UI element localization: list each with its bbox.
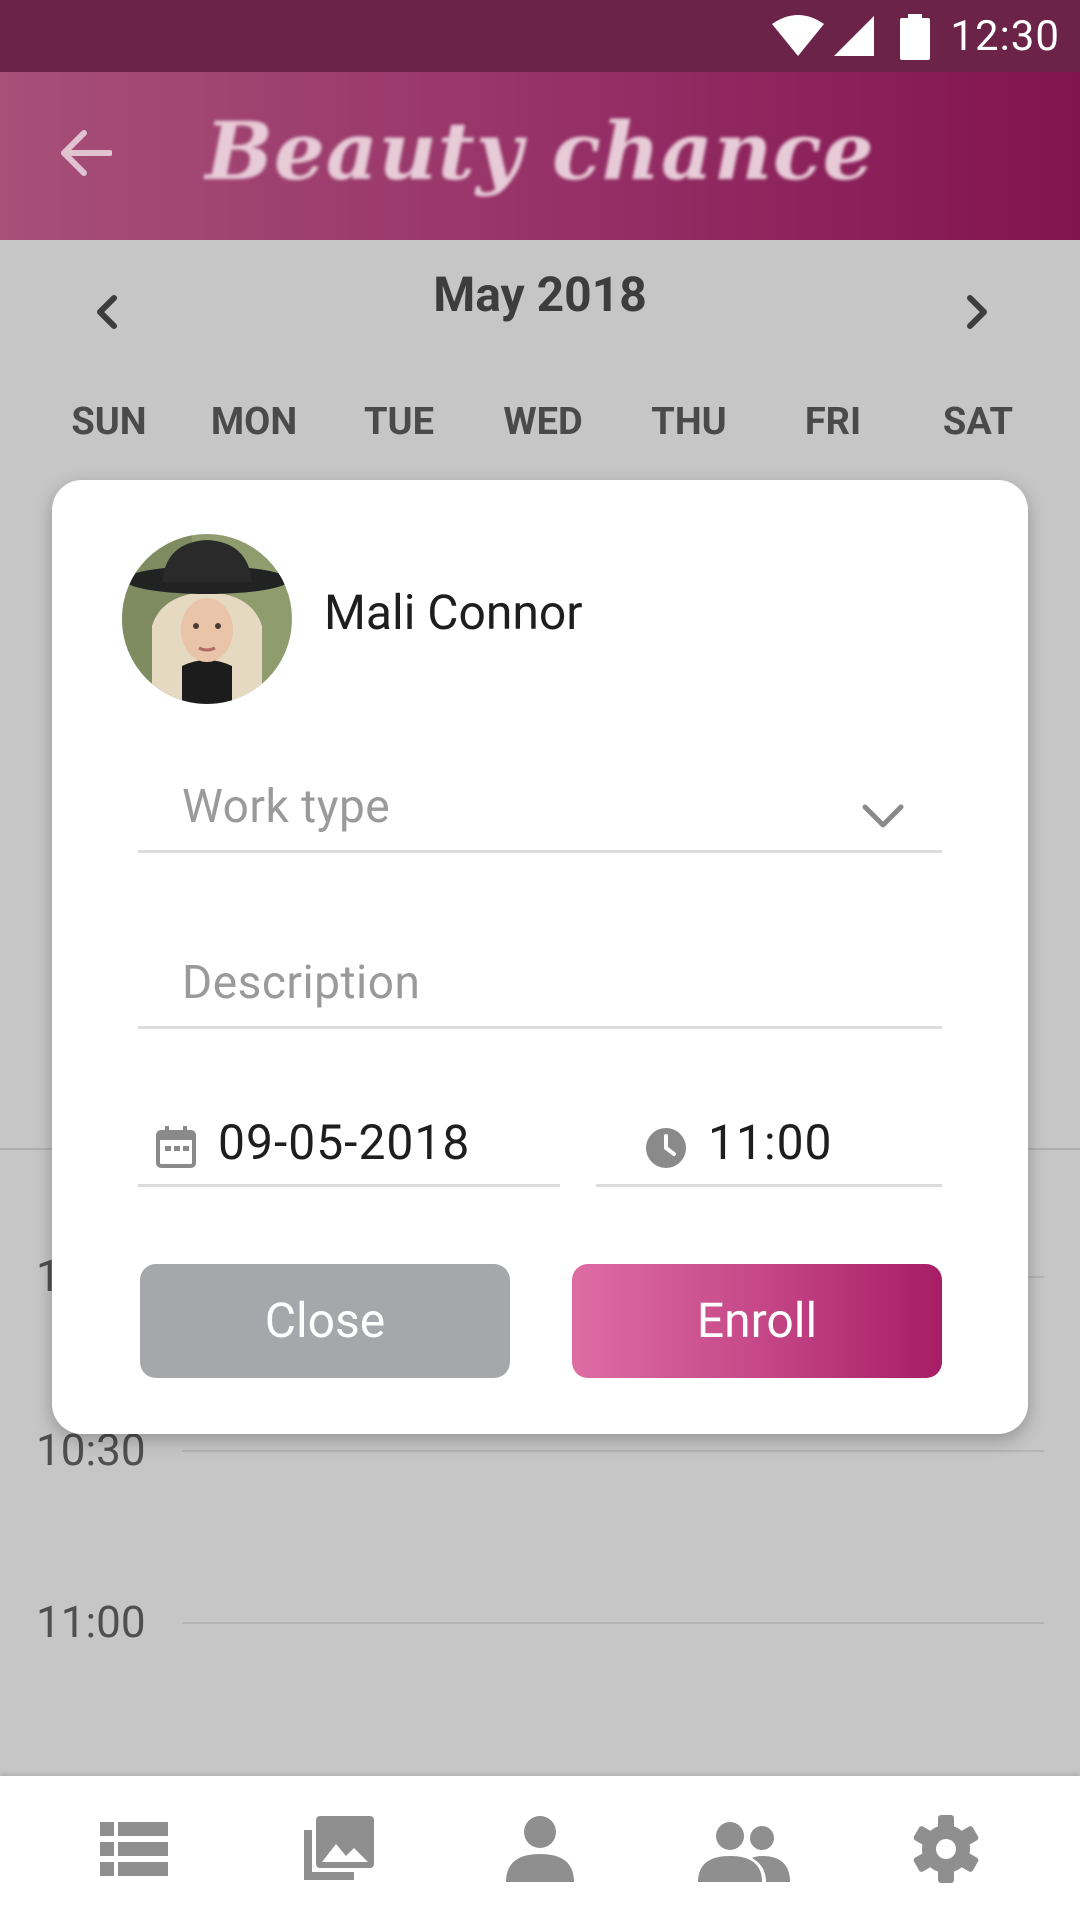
weekday-sun: SUN	[71, 400, 147, 444]
status-bar: 12:30	[0, 0, 1080, 72]
chevron-down-icon	[862, 804, 904, 828]
weekday-header: SUN MON TUE WED THU FRI SAT	[0, 400, 1080, 450]
time-field[interactable]: 11:00	[596, 1114, 942, 1187]
date-value: 09-05-2018	[218, 1114, 471, 1171]
signal-icon	[834, 16, 874, 56]
date-field[interactable]: 09-05-2018	[138, 1114, 560, 1187]
description-placeholder: Description	[182, 956, 421, 1010]
slot-line	[182, 1622, 1044, 1624]
weekday-fri: FRI	[804, 400, 862, 444]
weekday-mon: MON	[210, 400, 298, 444]
clock-icon	[646, 1128, 686, 1168]
wifi-icon	[772, 15, 824, 56]
person-icon[interactable]	[492, 1814, 588, 1884]
slot-line	[182, 1450, 1044, 1452]
gallery-icon[interactable]	[288, 1814, 384, 1884]
list-icon[interactable]	[86, 1814, 182, 1884]
weekday-tue: TUE	[364, 400, 434, 444]
close-button[interactable]: Close	[140, 1264, 510, 1378]
status-time: 12:30	[950, 12, 1060, 61]
weekday-wed: WED	[503, 400, 583, 444]
work-type-select[interactable]: Work type	[138, 780, 942, 853]
calendar-nav: May 2018	[0, 240, 1080, 330]
month-label: May 2018	[433, 266, 647, 323]
enroll-button[interactable]: Enroll	[572, 1264, 942, 1378]
calendar-icon	[156, 1126, 196, 1168]
people-icon[interactable]	[696, 1814, 792, 1884]
work-type-placeholder: Work type	[182, 780, 391, 834]
battery-icon	[900, 14, 930, 60]
avatar	[122, 534, 292, 704]
enroll-dialog: Mali Connor Work type Description 09-05-…	[52, 480, 1028, 1434]
slot-label: 11:00	[36, 1596, 146, 1648]
bottom-nav	[0, 1776, 1080, 1920]
time-value: 11:00	[708, 1114, 833, 1171]
app-header: Beauty chance	[0, 72, 1080, 240]
weekday-thu: THU	[651, 400, 727, 444]
weekday-sat: SAT	[942, 400, 1014, 444]
app-title: Beauty chance	[205, 104, 875, 198]
settings-icon[interactable]	[898, 1814, 994, 1884]
description-field[interactable]: Description	[138, 956, 942, 1029]
next-month-icon[interactable]	[966, 294, 990, 330]
user-name: Mali Connor	[324, 584, 583, 641]
